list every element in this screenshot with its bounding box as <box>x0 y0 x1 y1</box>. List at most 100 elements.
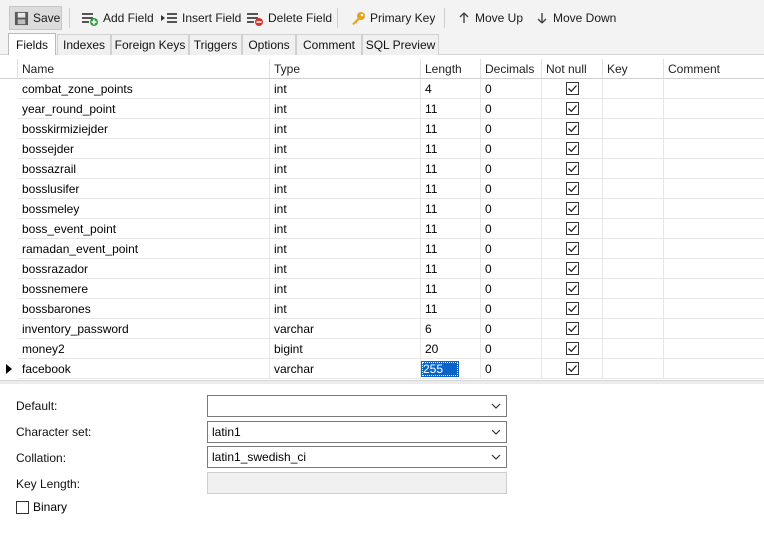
not-null-checkbox[interactable] <box>565 262 579 275</box>
binary-checkbox[interactable]: Binary <box>16 500 67 514</box>
cell-comment[interactable] <box>664 139 764 159</box>
cell-name[interactable]: combat_zone_points <box>18 79 270 99</box>
tab-indexes[interactable]: Indexes <box>57 34 111 55</box>
cell-length[interactable]: 4 <box>421 79 481 99</box>
cell-type[interactable]: int <box>270 139 421 159</box>
cell-type[interactable]: int <box>270 279 421 299</box>
cell-length[interactable]: 11 <box>421 279 481 299</box>
not-null-checkbox[interactable] <box>565 162 579 175</box>
cell-key[interactable] <box>603 279 664 299</box>
table-row[interactable]: bosslusifer int 11 0 <box>0 179 764 199</box>
cell-not-null[interactable] <box>542 279 603 299</box>
cell-type[interactable]: int <box>270 159 421 179</box>
not-null-checkbox[interactable] <box>565 302 579 315</box>
cell-name[interactable]: bossbarones <box>18 299 270 319</box>
cell-name[interactable]: bossazrail <box>18 159 270 179</box>
cell-not-null[interactable] <box>542 79 603 99</box>
cell-type[interactable]: int <box>270 199 421 219</box>
table-row[interactable]: ramadan_event_point int 11 0 <box>0 239 764 259</box>
cell-comment[interactable] <box>664 239 764 259</box>
cell-name[interactable]: ramadan_event_point <box>18 239 270 259</box>
cell-length[interactable]: 11 <box>421 199 481 219</box>
cell-not-null[interactable] <box>542 359 603 379</box>
cell-key[interactable] <box>603 319 664 339</box>
cell-key[interactable] <box>603 139 664 159</box>
not-null-checkbox[interactable] <box>565 222 579 235</box>
primary-key-button[interactable]: Primary Key <box>346 6 439 30</box>
cell-length[interactable]: 11 <box>421 99 481 119</box>
tab-triggers[interactable]: Triggers <box>189 34 242 55</box>
not-null-checkbox[interactable] <box>565 142 579 155</box>
cell-decimals[interactable]: 0 <box>481 159 542 179</box>
cell-not-null[interactable] <box>542 159 603 179</box>
cell-not-null[interactable] <box>542 139 603 159</box>
not-null-checkbox[interactable] <box>565 202 579 215</box>
column-header-length[interactable]: Length <box>421 59 481 79</box>
column-header-not-null[interactable]: Not null <box>542 59 603 79</box>
cell-comment[interactable] <box>664 359 764 379</box>
cell-length[interactable]: 6 <box>421 319 481 339</box>
cell-comment[interactable] <box>664 319 764 339</box>
cell-decimals[interactable]: 0 <box>481 179 542 199</box>
cell-name[interactable]: inventory_password <box>18 319 270 339</box>
cell-name[interactable]: facebook <box>18 359 270 379</box>
cell-name[interactable]: bosskirmiziejder <box>18 119 270 139</box>
table-row[interactable]: boss_event_point int 11 0 <box>0 219 764 239</box>
cell-type[interactable]: int <box>270 119 421 139</box>
cell-decimals[interactable]: 0 <box>481 239 542 259</box>
cell-key[interactable] <box>603 259 664 279</box>
not-null-checkbox[interactable] <box>565 322 579 335</box>
cell-key[interactable] <box>603 159 664 179</box>
cell-key[interactable] <box>603 179 664 199</box>
cell-comment[interactable] <box>664 339 764 359</box>
cell-decimals[interactable]: 0 <box>481 299 542 319</box>
cell-type[interactable]: int <box>270 99 421 119</box>
cell-not-null[interactable] <box>542 179 603 199</box>
cell-comment[interactable] <box>664 219 764 239</box>
table-row[interactable]: year_round_point int 11 0 <box>0 99 764 119</box>
cell-decimals[interactable]: 0 <box>481 319 542 339</box>
column-header-type[interactable]: Type <box>270 59 421 79</box>
move-up-button[interactable]: Move Up <box>453 6 527 30</box>
cell-key[interactable] <box>603 339 664 359</box>
binary-checkbox-box[interactable] <box>16 500 29 514</box>
table-row[interactable]: inventory_password varchar 6 0 <box>0 319 764 339</box>
cell-type[interactable]: int <box>270 79 421 99</box>
cell-decimals[interactable]: 0 <box>481 359 542 379</box>
not-null-checkbox[interactable] <box>565 122 579 135</box>
cell-not-null[interactable] <box>542 299 603 319</box>
cell-key[interactable] <box>603 299 664 319</box>
cell-not-null[interactable] <box>542 199 603 219</box>
cell-length[interactable]: 11 <box>421 239 481 259</box>
save-button[interactable]: Save <box>9 6 62 30</box>
cell-not-null[interactable] <box>542 319 603 339</box>
column-header-decimals[interactable]: Decimals <box>481 59 542 79</box>
cell-comment[interactable] <box>664 119 764 139</box>
cell-key[interactable] <box>603 239 664 259</box>
cell-key[interactable] <box>603 219 664 239</box>
table-row[interactable]: bossnemere int 11 0 <box>0 279 764 299</box>
cell-decimals[interactable]: 0 <box>481 139 542 159</box>
cell-name[interactable]: boss_event_point <box>18 219 270 239</box>
tab-options[interactable]: Options <box>242 34 296 55</box>
column-header-key[interactable]: Key <box>603 59 664 79</box>
cell-length[interactable]: 11 <box>421 219 481 239</box>
table-row[interactable]: bossazrail int 11 0 <box>0 159 764 179</box>
cell-name[interactable]: bossmeley <box>18 199 270 219</box>
cell-name[interactable]: bossrazador <box>18 259 270 279</box>
cell-comment[interactable] <box>664 199 764 219</box>
cell-decimals[interactable]: 0 <box>481 119 542 139</box>
cell-comment[interactable] <box>664 299 764 319</box>
cell-type[interactable]: bigint <box>270 339 421 359</box>
column-header-comment[interactable]: Comment <box>664 59 764 79</box>
cell-name[interactable]: bossnemere <box>18 279 270 299</box>
tab-fields[interactable]: Fields <box>8 33 56 55</box>
tab-comment[interactable]: Comment <box>296 34 362 55</box>
cell-comment[interactable] <box>664 259 764 279</box>
cell-key[interactable] <box>603 79 664 99</box>
not-null-checkbox[interactable] <box>565 282 579 295</box>
table-row[interactable]: bossrazador int 11 0 <box>0 259 764 279</box>
cell-length[interactable]: 20 <box>421 339 481 359</box>
collation-combo[interactable]: latin1_swedish_ci <box>207 446 507 468</box>
cell-length[interactable]: 11 <box>421 159 481 179</box>
